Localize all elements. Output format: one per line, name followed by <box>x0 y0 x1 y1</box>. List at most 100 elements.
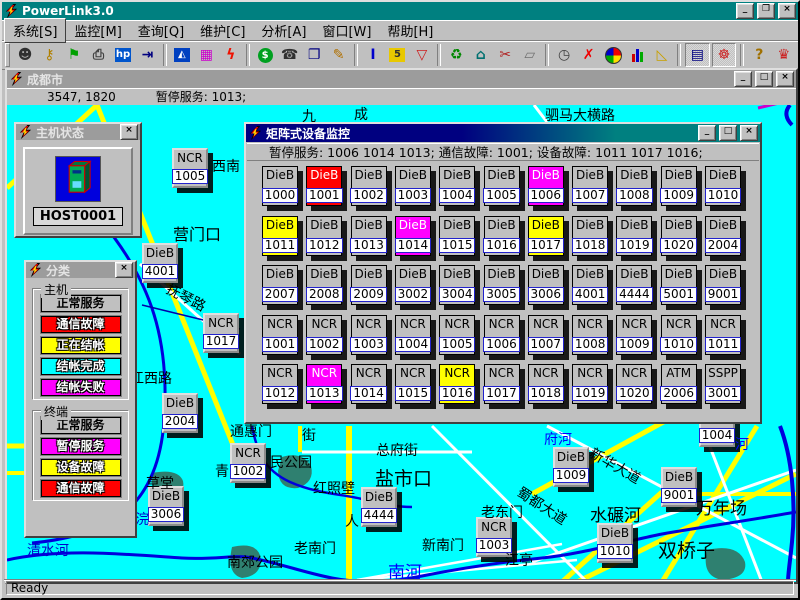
minimize-button[interactable]: _ <box>736 3 754 19</box>
device-DieB-3004[interactable]: DieB3004 <box>439 265 475 305</box>
device-NCR-1010[interactable]: NCR1010 <box>661 315 697 355</box>
matrix-dialog-titlebar[interactable]: 矩阵式设备监控 _ □ × <box>246 124 760 142</box>
host-window-titlebar[interactable]: 主机状态 × <box>16 124 140 140</box>
device-DieB-1009[interactable]: DieB1009 <box>661 166 697 206</box>
menu-help[interactable]: 帮助[H] <box>379 19 441 42</box>
device-NCR-1017[interactable]: NCR1017 <box>484 364 520 404</box>
device-DieB-4444[interactable]: DieB4444 <box>616 265 652 305</box>
legend-close-button[interactable]: × <box>115 262 133 278</box>
cascade-windows-icon[interactable]: ❐ <box>303 44 325 66</box>
printer-icon[interactable]: ⎙ <box>87 44 109 66</box>
menu-query[interactable]: 查询[Q] <box>130 19 192 42</box>
device-NCR-1004[interactable]: NCR1004 <box>395 315 431 355</box>
device-DieB-1009[interactable]: DieB1009 <box>553 447 589 487</box>
device-NCR-1016[interactable]: NCR1016 <box>439 364 475 404</box>
device-NCR-1015[interactable]: NCR1015 <box>395 364 431 404</box>
device-DieB-4001[interactable]: DieB4001 <box>142 243 178 283</box>
device-DieB-1002[interactable]: DieB1002 <box>351 166 387 206</box>
menu-analyze[interactable]: 分析[A] <box>253 19 314 42</box>
device-DieB-1014[interactable]: DieB1014 <box>395 216 431 256</box>
delete-icon[interactable]: ✗ <box>577 44 599 66</box>
matrix-maximize-button[interactable]: □ <box>719 125 737 141</box>
phone-icon[interactable]: ☎ <box>278 44 300 66</box>
money-icon[interactable]: $ <box>254 44 276 66</box>
ruler-icon[interactable]: ◺ <box>651 44 673 66</box>
device-DieB-2008[interactable]: DieB2008 <box>306 265 342 305</box>
map-window-titlebar[interactable]: 成都市 _ □ × <box>7 70 796 88</box>
device-NCR-1019[interactable]: NCR1019 <box>572 364 608 404</box>
device-DieB-9001[interactable]: DieB9001 <box>661 467 697 507</box>
device-DieB-1008[interactable]: DieB1008 <box>616 166 652 206</box>
menu-monitor[interactable]: 监控[M] <box>66 19 129 42</box>
device-DieB-1000[interactable]: DieB1000 <box>262 166 298 206</box>
matrix-view-icon[interactable]: ▦ <box>195 44 217 66</box>
clock-icon[interactable]: ◷ <box>553 44 575 66</box>
device-DieB-1010[interactable]: DieB1010 <box>705 166 741 206</box>
operator-icon[interactable]: ♛ <box>773 44 795 66</box>
device-DieB-3005[interactable]: DieB3005 <box>484 265 520 305</box>
map-maximize-button[interactable]: □ <box>755 71 773 87</box>
building-view-icon[interactable]: ▤ <box>685 43 709 67</box>
device-DieB-2004[interactable]: DieB2004 <box>705 216 741 256</box>
device-ATM-2006[interactable]: ATM2006 <box>661 364 697 404</box>
device-NCR-1007[interactable]: NCR1007 <box>528 315 564 355</box>
device-DieB-1013[interactable]: DieB1013 <box>351 216 387 256</box>
device-NCR-1017[interactable]: NCR1017 <box>203 313 239 353</box>
device-DieB-1011[interactable]: DieB1011 <box>262 216 298 256</box>
device-DieB-1005[interactable]: DieB1005 <box>484 166 520 206</box>
device-NCR-1003[interactable]: NCR1003 <box>351 315 387 355</box>
close-button[interactable]: × <box>778 3 796 19</box>
device-NCR-1013[interactable]: NCR1013 <box>306 364 342 404</box>
device-DieB-1003[interactable]: DieB1003 <box>395 166 431 206</box>
menu-maintain[interactable]: 维护[C] <box>192 19 253 42</box>
hp-icon[interactable]: hp <box>112 44 134 66</box>
pavilion-icon[interactable]: ⌂ <box>470 44 492 66</box>
device-DieB-1001[interactable]: DieB1001 <box>306 166 342 206</box>
construction-icon[interactable]: 5 <box>386 44 408 66</box>
map-view-icon[interactable]: ◭ <box>171 44 193 66</box>
device-DieB-1018[interactable]: DieB1018 <box>572 216 608 256</box>
device-DieB-1004[interactable]: DieB1004 <box>439 166 475 206</box>
key-icon[interactable]: ⚷ <box>38 44 60 66</box>
main-titlebar[interactable]: PowerLink3.0 _ ❐ × <box>2 2 798 20</box>
filter-icon[interactable]: ▽ <box>411 44 433 66</box>
lightning-icon[interactable]: ϟ <box>220 44 242 66</box>
flag-icon[interactable]: ⚑ <box>63 44 85 66</box>
device-NCR-1009[interactable]: NCR1009 <box>616 315 652 355</box>
pie-chart-icon[interactable] <box>602 44 624 66</box>
device-DieB-1020[interactable]: DieB1020 <box>661 216 697 256</box>
help-icon[interactable]: ? <box>748 44 770 66</box>
exit-door-icon[interactable]: ⇥ <box>136 44 158 66</box>
device-DieB-3006[interactable]: DieB3006 <box>528 265 564 305</box>
eraser-icon[interactable]: ▱ <box>519 44 541 66</box>
matrix-minimize-button[interactable]: _ <box>698 125 716 141</box>
device-NCR-1008[interactable]: NCR1008 <box>572 315 608 355</box>
matrix-close-button[interactable]: × <box>740 125 758 141</box>
device-DieB-1012[interactable]: DieB1012 <box>306 216 342 256</box>
device-DieB-4444[interactable]: DieB4444 <box>361 487 397 527</box>
legend-window-titlebar[interactable]: 分类 × <box>26 262 135 278</box>
map-close-button[interactable]: × <box>776 71 794 87</box>
menu-system[interactable]: 系统[S] <box>4 18 66 43</box>
device-DieB-1010[interactable]: DieB1010 <box>597 523 633 563</box>
bar-chart-icon[interactable] <box>626 44 648 66</box>
device-DieB-1015[interactable]: DieB1015 <box>439 216 475 256</box>
map-minimize-button[interactable]: _ <box>734 71 752 87</box>
device-NCR-1005[interactable]: NCR1005 <box>439 315 475 355</box>
pillar-icon[interactable]: I <box>362 44 384 66</box>
host-name-label[interactable]: HOST0001 <box>33 207 123 226</box>
device-NCR-1002[interactable]: NCR1002 <box>306 315 342 355</box>
scissors-icon[interactable]: ✂ <box>494 44 516 66</box>
device-NCR-1005[interactable]: NCR1005 <box>172 148 208 188</box>
device-DieB-5001[interactable]: DieB5001 <box>661 265 697 305</box>
device-DieB-1006[interactable]: DieB1006 <box>528 166 564 206</box>
lifebuoy-icon[interactable]: ☸ <box>712 43 736 67</box>
device-SSPP-3001[interactable]: SSPP3001 <box>705 364 741 404</box>
device-NCR-1012[interactable]: NCR1012 <box>262 364 298 404</box>
restore-button[interactable]: ❐ <box>757 3 775 19</box>
device-NCR-1018[interactable]: NCR1018 <box>528 364 564 404</box>
device-DieB-2004[interactable]: DieB2004 <box>162 393 198 433</box>
device-DieB-1007[interactable]: DieB1007 <box>572 166 608 206</box>
device-DieB-3002[interactable]: DieB3002 <box>395 265 431 305</box>
refresh-icon[interactable]: ♻ <box>445 44 467 66</box>
